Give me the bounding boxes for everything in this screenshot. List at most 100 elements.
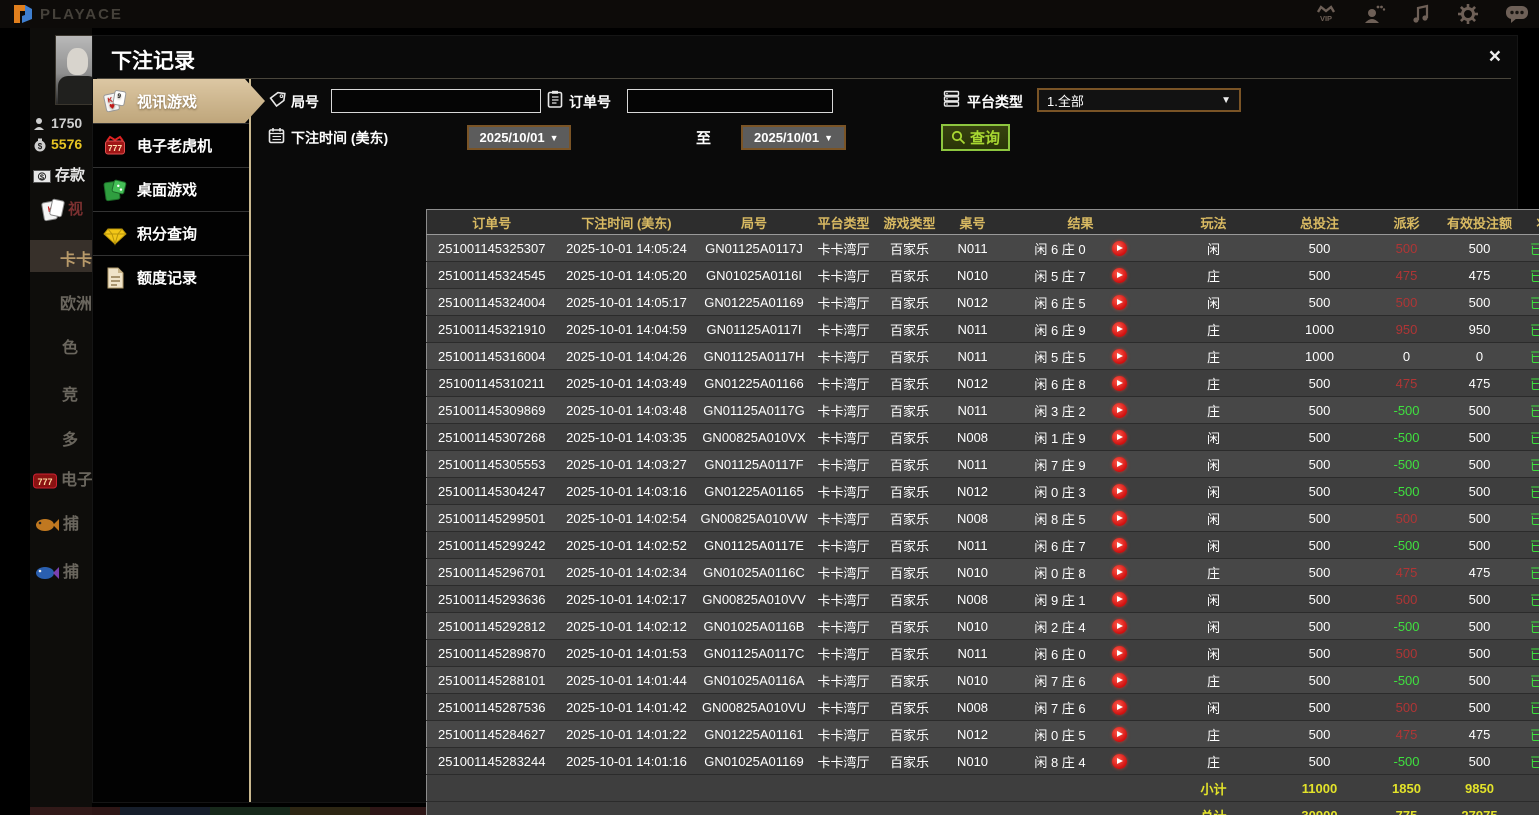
cell-play: 闲 <box>1160 424 1268 451</box>
subtotal-row: 小计 11000 1850 9850 <box>427 775 1539 802</box>
cell-round: GN01125A0117G <box>697 397 812 424</box>
chat-icon[interactable] <box>1505 3 1529 25</box>
lobby-item-fishing1[interactable]: 捕 <box>33 510 79 535</box>
cell-time: 2025-10-01 14:01:53 <box>557 640 697 667</box>
lobby-item[interactable]: 竞 <box>62 381 78 405</box>
lobby-item[interactable]: 多 <box>62 426 78 450</box>
vip-icon[interactable]: VIP <box>1315 3 1337 25</box>
replay-icon[interactable] <box>1112 727 1127 742</box>
cell-platform: 卡卡湾厅 <box>812 586 876 613</box>
cell-payout: 500 <box>1372 289 1442 316</box>
table-row: 251001145324004 2025-10-01 14:05:17 GN01… <box>427 289 1539 316</box>
cell-payout: -500 <box>1372 397 1442 424</box>
cell-time: 2025-10-01 14:01:16 <box>557 748 697 775</box>
replay-icon[interactable] <box>1112 349 1127 364</box>
to-label: 至 <box>696 127 711 148</box>
replay-icon[interactable] <box>1112 457 1127 472</box>
fish-orange-icon <box>33 515 59 535</box>
cell-round: GN01125A0117I <box>697 316 812 343</box>
cell-time: 2025-10-01 14:05:24 <box>557 235 697 262</box>
date-to-picker[interactable]: 2025/10/01 ▼ <box>741 125 846 150</box>
order-number-input[interactable] <box>627 89 833 113</box>
brand-text: PLAYACE <box>40 6 123 23</box>
replay-icon[interactable] <box>1112 754 1127 769</box>
replay-icon[interactable] <box>1112 484 1127 499</box>
cell-game: 百家乐 <box>876 478 944 505</box>
cell-result: 闲 6 庄 5 <box>1002 289 1160 316</box>
replay-icon[interactable] <box>1112 430 1127 445</box>
cell-time: 2025-10-01 14:05:17 <box>557 289 697 316</box>
replay-icon[interactable] <box>1112 376 1127 391</box>
video-games-row[interactable]: K视 <box>42 198 83 222</box>
table-row: 251001145309869 2025-10-01 14:03:48 GN01… <box>427 397 1539 424</box>
result-text: 闲 6 庄 0 <box>1034 644 1085 663</box>
round-number-input[interactable] <box>331 89 541 113</box>
lobby-item-slots[interactable]: 777电子 <box>33 466 93 490</box>
cell-status: 已派彩 <box>1518 262 1539 289</box>
cell-table: N012 <box>944 370 1002 397</box>
cell-bet: 500 <box>1268 370 1372 397</box>
replay-icon[interactable] <box>1112 700 1127 715</box>
cell-table: N010 <box>944 613 1002 640</box>
replay-icon[interactable] <box>1112 538 1127 553</box>
date-to-value: 2025/10/01 <box>754 130 819 145</box>
table-games-icon <box>103 178 127 202</box>
search-button[interactable]: 查询 <box>941 124 1010 151</box>
replay-icon[interactable] <box>1112 403 1127 418</box>
bet-records-modal: 下注记录 × K♥9 视讯游戏 777 电子老虎机 桌面游戏 <box>92 35 1518 803</box>
cell-bet: 1000 <box>1268 316 1372 343</box>
chevron-down-icon: ▼ <box>1221 95 1231 106</box>
result-text: 闲 6 庄 9 <box>1034 320 1085 339</box>
cell-bet: 500 <box>1268 667 1372 694</box>
lobby-item[interactable]: 欧洲 <box>60 290 92 314</box>
date-from-picker[interactable]: 2025/10/01 ▼ <box>467 125 571 150</box>
tab-quota-records[interactable]: 额度记录 <box>93 255 249 299</box>
result-text: 闲 7 庄 9 <box>1034 455 1085 474</box>
deposit-button[interactable]: $存款 <box>33 164 85 185</box>
cell-valid: 500 <box>1442 235 1518 262</box>
platform-type-select[interactable]: 1.全部 ▼ <box>1037 88 1241 112</box>
cell-payout: -500 <box>1372 613 1442 640</box>
result-text: 闲 0 庄 8 <box>1034 563 1085 582</box>
cell-order: 251001145324004 <box>427 289 557 316</box>
table-row: 251001145299501 2025-10-01 14:02:54 GN00… <box>427 505 1539 532</box>
cell-table: N012 <box>944 721 1002 748</box>
replay-icon[interactable] <box>1112 565 1127 580</box>
table-row: 251001145307268 2025-10-01 14:03:35 GN00… <box>427 424 1539 451</box>
tab-slots[interactable]: 777 电子老虎机 <box>93 123 249 167</box>
cell-play: 庄 <box>1160 721 1268 748</box>
replay-icon[interactable] <box>1112 646 1127 661</box>
replay-icon[interactable] <box>1112 619 1127 634</box>
tab-video-games[interactable]: K♥9 视讯游戏 <box>93 79 265 123</box>
replay-icon[interactable] <box>1112 511 1127 526</box>
lobby-item-fishing2[interactable]: 捕 <box>33 558 79 583</box>
cell-status: 已派彩 <box>1518 667 1539 694</box>
replay-icon[interactable] <box>1112 322 1127 337</box>
table-row: 251001145299242 2025-10-01 14:02:52 GN01… <box>427 532 1539 559</box>
cell-payout: 0 <box>1372 343 1442 370</box>
close-icon[interactable]: × <box>1489 46 1501 68</box>
music-icon[interactable] <box>1411 3 1431 25</box>
replay-icon[interactable] <box>1112 592 1127 607</box>
lobby-item[interactable]: 卡卡 <box>60 246 92 270</box>
gear-icon[interactable] <box>1457 3 1479 25</box>
tab-table-games[interactable]: 桌面游戏 <box>93 167 249 211</box>
support-icon[interactable] <box>1363 3 1385 25</box>
replay-icon[interactable] <box>1112 268 1127 283</box>
replay-icon[interactable] <box>1112 295 1127 310</box>
cell-result: 闲 7 庄 6 <box>1002 694 1160 721</box>
cell-bet: 500 <box>1268 235 1372 262</box>
cell-game: 百家乐 <box>876 451 944 478</box>
table-row: 251001145288101 2025-10-01 14:01:44 GN01… <box>427 667 1539 694</box>
cell-platform: 卡卡湾厅 <box>812 667 876 694</box>
tab-points[interactable]: 积分查询 <box>93 211 249 255</box>
cell-table: N011 <box>944 532 1002 559</box>
cell-round: GN01125A0117C <box>697 640 812 667</box>
balance-row: 1750 <box>33 115 82 131</box>
replay-icon[interactable] <box>1112 241 1127 256</box>
replay-icon[interactable] <box>1112 673 1127 688</box>
cell-result: 闲 8 庄 4 <box>1002 748 1160 775</box>
cell-order: 251001145292812 <box>427 613 557 640</box>
balance-value: 1750 <box>51 115 82 131</box>
lobby-item[interactable]: 色 <box>62 334 78 358</box>
